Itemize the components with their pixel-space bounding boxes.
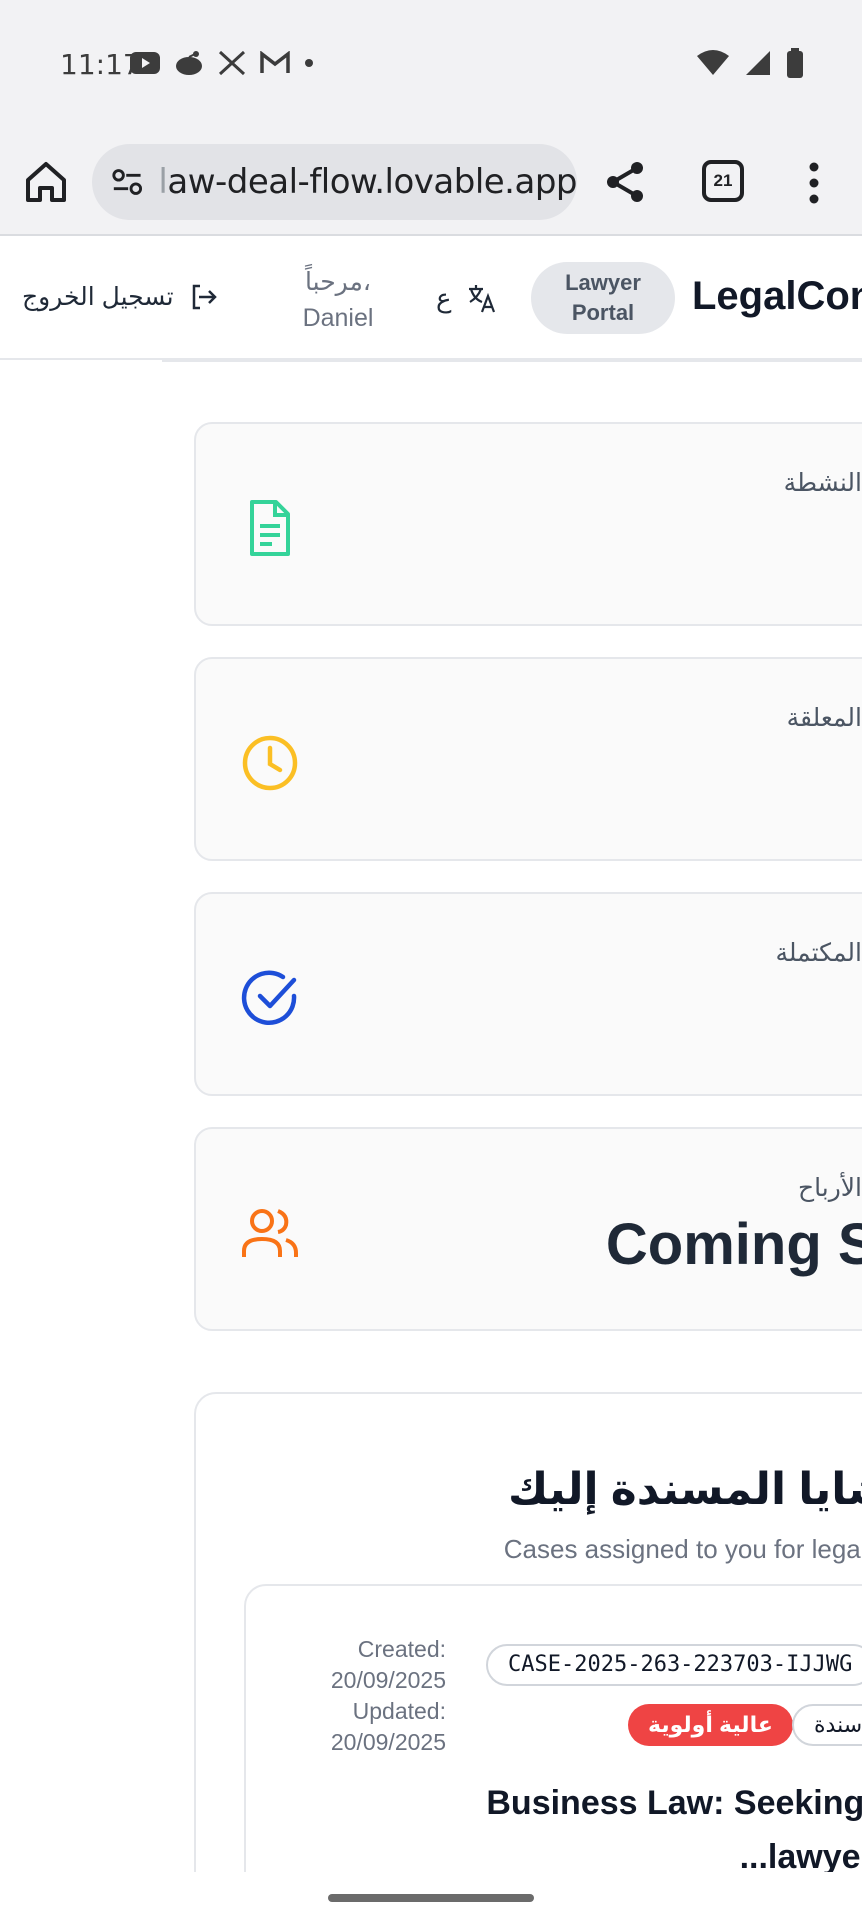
updated-label: Updated: bbox=[352, 1698, 446, 1724]
cases-subtitle: Cases assigned to you for legal assi bbox=[503, 1534, 862, 1564]
dot-icon bbox=[305, 59, 313, 67]
reddit-icon bbox=[176, 51, 202, 75]
home-indicator[interactable] bbox=[328, 1894, 534, 1902]
case-id-badge: CASE-2025-263-223703-IJJWG bbox=[486, 1644, 862, 1686]
youtube-icon bbox=[130, 52, 160, 74]
dashboard-content: النشطة المعلقة المكتملة الأرباح Coming S… bbox=[0, 360, 862, 1872]
priority-badge: عالية أولوية bbox=[628, 1704, 793, 1746]
divider bbox=[162, 360, 862, 362]
welcome-text: مرحباً، Daniel bbox=[290, 264, 386, 336]
logout-label: تسجيل الخروج bbox=[22, 283, 174, 311]
language-toggle[interactable]: ع bbox=[436, 282, 498, 314]
case-title: Business Law: Seeking a contra ...lawyer… bbox=[306, 1776, 862, 1872]
case-title-line2: ...lawyer for a joi bbox=[739, 1838, 862, 1872]
url-text: law-deal-flow.lovable.app bbox=[158, 162, 577, 202]
stat-card-pending: المعلقة bbox=[194, 657, 862, 861]
logout-button[interactable]: تسجيل الخروج bbox=[22, 282, 218, 312]
logout-icon bbox=[192, 284, 217, 310]
created-date: 20/09/2025 bbox=[330, 1667, 446, 1693]
address-bar[interactable]: law-deal-flow.lovable.app bbox=[92, 144, 577, 220]
stat-card-active: النشطة bbox=[194, 422, 862, 626]
clock-icon bbox=[242, 735, 298, 791]
home-icon[interactable] bbox=[22, 158, 70, 206]
app-header: تسجيل الخروج مرحباً، Daniel ع Lawyer Por… bbox=[0, 238, 862, 360]
gmail-icon bbox=[260, 51, 290, 73]
cases-title: قضايا المسندة إليك bbox=[508, 1465, 862, 1514]
created-label: Created: bbox=[357, 1636, 446, 1662]
browser-toolbar: law-deal-flow.lovable.app 21 bbox=[0, 128, 862, 236]
site-settings-icon[interactable] bbox=[110, 164, 144, 200]
stat-label: المكتملة bbox=[775, 939, 862, 967]
more-menu-icon[interactable] bbox=[808, 162, 820, 204]
stat-card-completed: المكتملة bbox=[194, 892, 862, 1096]
stat-card-earnings: الأرباح Coming So bbox=[194, 1127, 862, 1331]
stat-label: الأرباح bbox=[798, 1174, 862, 1202]
case-title-line1: Business Law: Seeking a contra bbox=[486, 1784, 862, 1822]
notification-icons bbox=[130, 50, 314, 76]
status-badge: سندة bbox=[792, 1704, 862, 1746]
battery-icon bbox=[787, 48, 803, 78]
case-item[interactable]: Created: 20/09/2025 Updated: 20/09/2025 … bbox=[244, 1584, 862, 1872]
case-dates: Created: 20/09/2025 Updated: 20/09/2025 bbox=[316, 1634, 446, 1758]
gesture-nav-bar bbox=[0, 1872, 862, 1920]
updated-date: 20/09/2025 bbox=[330, 1729, 446, 1755]
x-icon bbox=[218, 50, 246, 76]
assigned-cases-card: قضايا المسندة إليك Cases assigned to you… bbox=[194, 1392, 862, 1872]
status-bar: 11:17 bbox=[0, 0, 862, 128]
tab-switcher-button[interactable]: 21 bbox=[702, 160, 744, 202]
stat-label: النشطة bbox=[783, 469, 862, 497]
stat-label: المعلقة bbox=[786, 704, 862, 732]
wifi-icon bbox=[697, 50, 729, 75]
share-icon[interactable] bbox=[603, 160, 647, 204]
stat-value: Coming So bbox=[605, 1212, 862, 1277]
users-icon bbox=[242, 1209, 298, 1257]
translate-icon bbox=[468, 285, 495, 313]
portal-badge: Lawyer Portal bbox=[531, 262, 675, 334]
signal-icon bbox=[746, 51, 770, 75]
check-circle-icon bbox=[241, 970, 297, 1025]
status-time: 11:17 bbox=[60, 48, 141, 81]
welcome-username: Daniel bbox=[302, 304, 374, 332]
brand-logo-text[interactable]: LegalCon bbox=[692, 274, 862, 319]
language-label: ع bbox=[436, 282, 452, 313]
url-domain: aw-deal-flow.lovable.app bbox=[167, 162, 577, 202]
system-icons bbox=[696, 48, 804, 78]
document-icon bbox=[250, 500, 290, 556]
welcome-greeting: مرحباً، bbox=[305, 268, 371, 296]
